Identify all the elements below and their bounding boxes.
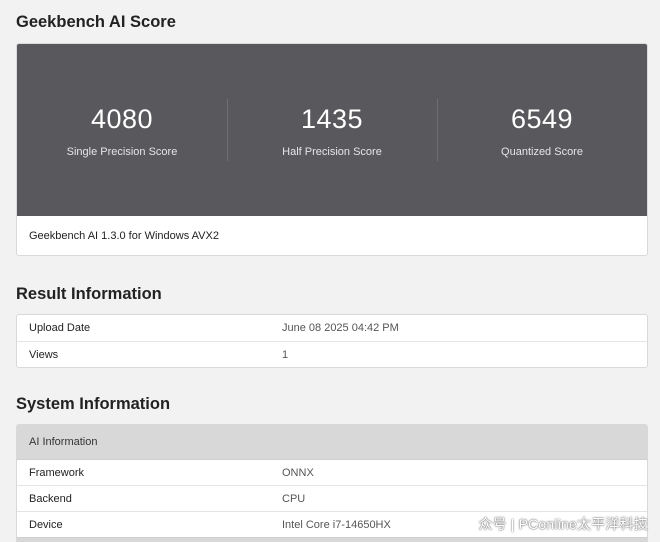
row-key: Views bbox=[29, 348, 59, 361]
single-precision-score: 4080 Single Precision Score bbox=[17, 44, 227, 216]
result-information-table: Upload Date June 08 2025 04:42 PM Views … bbox=[16, 314, 648, 368]
row-value: ONNX bbox=[282, 466, 314, 479]
score-label: Half Precision Score bbox=[282, 146, 382, 158]
table-group-header: AI Information bbox=[17, 425, 647, 459]
result-information-title: Result Information bbox=[16, 285, 162, 303]
row-key: Device bbox=[29, 518, 63, 531]
score-section-title: Geekbench AI Score bbox=[16, 13, 176, 31]
table-group-header-partial bbox=[17, 537, 647, 542]
score-label: Quantized Score bbox=[501, 146, 583, 158]
score-value: 1435 bbox=[300, 104, 364, 134]
row-value: CPU bbox=[282, 492, 306, 505]
row-value: Intel Core i7-14650HX bbox=[282, 518, 391, 531]
system-information-title: System Information bbox=[16, 395, 171, 413]
row-value: 1 bbox=[282, 348, 289, 361]
watermark-prefix: 众号 bbox=[478, 516, 507, 532]
table-row: Upload Date June 08 2025 04:42 PM bbox=[17, 315, 647, 341]
watermark: 众号 | PConline太平洋科技 bbox=[478, 514, 648, 534]
row-value: June 08 2025 04:42 PM bbox=[282, 322, 399, 334]
watermark-text: PConline太平洋科技 bbox=[518, 516, 648, 532]
table-row: Views 1 bbox=[17, 341, 647, 367]
score-value: 4080 bbox=[90, 104, 154, 134]
watermark-separator: | bbox=[510, 516, 515, 532]
row-key: Framework bbox=[29, 466, 85, 479]
half-precision-score: 1435 Half Precision Score bbox=[227, 44, 437, 216]
score-label: Single Precision Score bbox=[66, 146, 178, 158]
table-row: Backend CPU bbox=[17, 485, 647, 511]
benchmark-version: Geekbench AI 1.3.0 for Windows AVX2 bbox=[29, 230, 219, 242]
score-card: 4080 Single Precision Score 1435 Half Pr… bbox=[16, 43, 648, 256]
score-band: 4080 Single Precision Score 1435 Half Pr… bbox=[17, 44, 647, 216]
row-key: Upload Date bbox=[29, 322, 91, 334]
quantized-score: 6549 Quantized Score bbox=[437, 44, 647, 216]
score-value: 6549 bbox=[510, 104, 574, 134]
row-key: Backend bbox=[29, 492, 72, 505]
table-row: Framework ONNX bbox=[17, 459, 647, 485]
